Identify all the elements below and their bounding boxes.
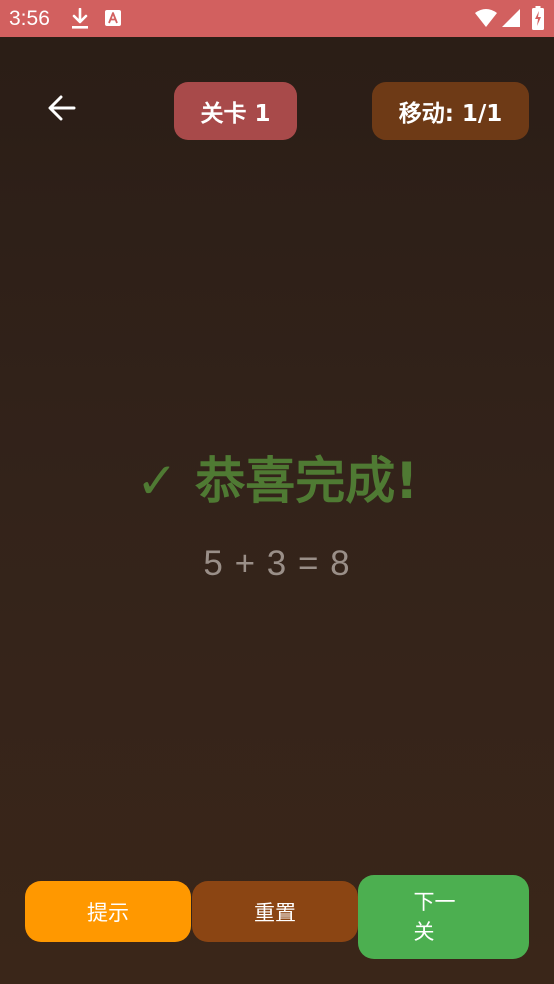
status-bar: 3:56 bbox=[0, 0, 554, 37]
arrow-left-icon bbox=[48, 95, 76, 125]
download-icon bbox=[70, 7, 90, 34]
a-notification-icon bbox=[105, 10, 121, 30]
back-button[interactable] bbox=[38, 86, 86, 134]
wifi-icon bbox=[475, 9, 497, 31]
hint-button-label: 提示 bbox=[87, 900, 129, 925]
status-time: 3:56 bbox=[9, 7, 50, 30]
hint-button[interactable]: 提示 bbox=[25, 881, 191, 942]
equation-text: 5 + 3 = 8 bbox=[203, 544, 351, 583]
level-label: 关卡 1 bbox=[200, 101, 271, 127]
moves-label: 移动: 1/1 bbox=[398, 101, 503, 127]
next-level-button-label: 下一关 bbox=[413, 890, 456, 944]
reset-button-label: 重置 bbox=[254, 900, 296, 925]
level-badge: 关卡 1 bbox=[174, 82, 297, 140]
next-level-button[interactable]: 下一关 bbox=[358, 875, 529, 959]
success-message: ✓ 恭喜完成! bbox=[135, 452, 419, 510]
signal-icon bbox=[502, 9, 520, 31]
moves-counter: 移动: 1/1 bbox=[372, 82, 529, 140]
battery-charging-icon bbox=[532, 6, 544, 34]
reset-button[interactable]: 重置 bbox=[192, 881, 358, 942]
